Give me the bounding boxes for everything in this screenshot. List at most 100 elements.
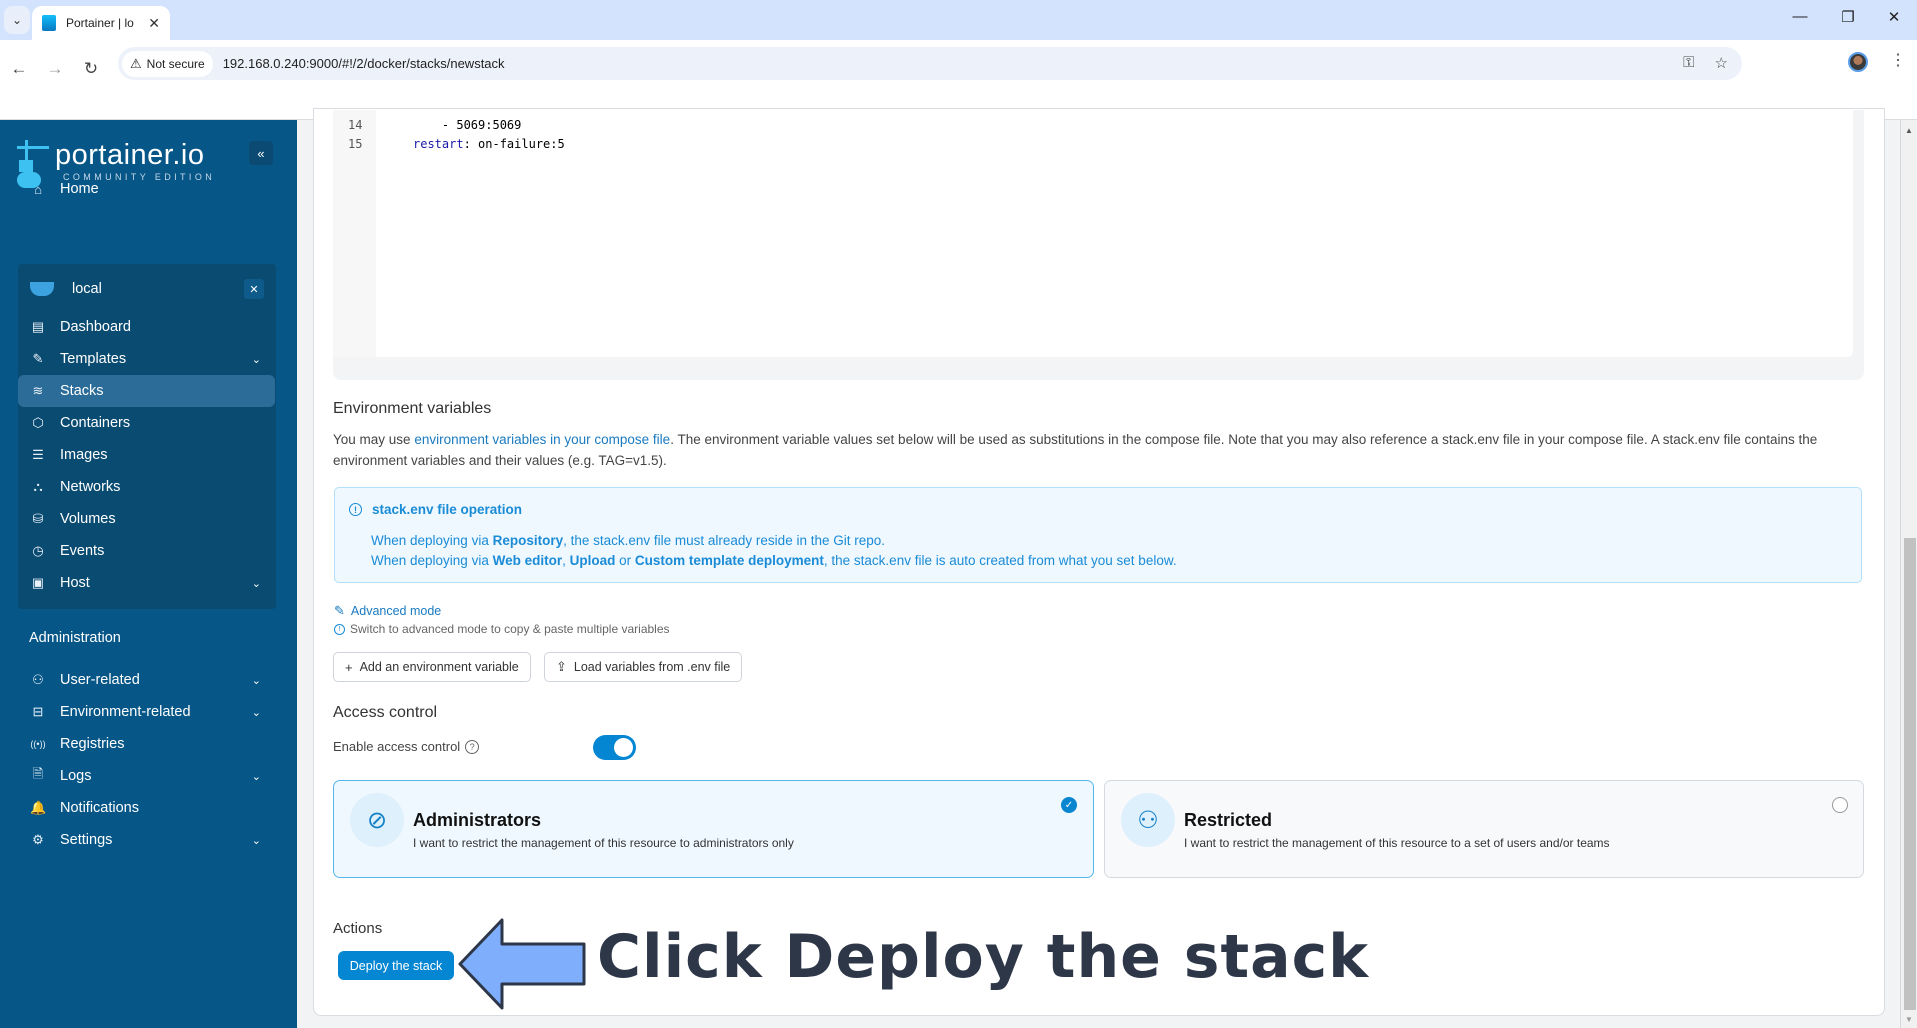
advanced-mode-link[interactable]: ✎ Advanced mode [334, 603, 441, 619]
chevron-down-icon[interactable]: ⌄ [252, 674, 261, 687]
intro-pre: You may use [333, 432, 415, 447]
sidebar-item-label: Containers [60, 415, 131, 431]
close-icon: ✕ [249, 283, 259, 296]
info-icon: ! [349, 503, 362, 516]
window-close-button[interactable]: ✕ [1874, 8, 1914, 26]
scroll-down-icon[interactable]: ▼ [1905, 1015, 1913, 1024]
access-option-administrators[interactable]: ⊘ Administrators I want to restrict the … [333, 780, 1094, 878]
restore-button[interactable]: ❐ [1828, 8, 1868, 26]
sidebar-item-home[interactable]: ⌂ Home [18, 173, 275, 205]
bookmark-star-icon[interactable]: ☆ [1715, 54, 1728, 72]
code-line[interactable]: - 5069:5069 [413, 118, 521, 132]
option-description: I want to restrict the management of thi… [1184, 836, 1610, 850]
scrollbar-thumb[interactable] [1904, 538, 1916, 1010]
security-indicator[interactable]: ⚠ Not secure [122, 50, 213, 77]
portainer-favicon-icon [42, 15, 56, 31]
profile-avatar[interactable] [1848, 52, 1868, 72]
tab-close-icon[interactable]: ✕ [148, 15, 160, 32]
access-control-title: Access control [333, 704, 438, 721]
environment-header: local ✕ [30, 274, 264, 304]
database-icon: ⛁ [32, 511, 44, 526]
layers-icon: ≋ [32, 383, 44, 398]
sidebar-item-volumes[interactable]: ⛁ Volumes [18, 503, 275, 535]
access-control-toggle[interactable] [593, 735, 636, 760]
forward-button[interactable]: → [40, 54, 70, 84]
toggle-knob [614, 738, 633, 757]
env-vars-description: You may use environment variables in you… [333, 429, 1833, 471]
sidebar-item-label: Events [60, 543, 105, 559]
sidebar-item-settings[interactable]: ⚙ Settings ⌄ [18, 824, 275, 856]
sidebar-item-containers[interactable]: ⬡ Containers [18, 407, 275, 439]
access-option-restricted[interactable]: ⚇ Restricted I want to restrict the mana… [1104, 780, 1864, 878]
sidebar-item-stacks[interactable]: ≋ Stacks [18, 375, 275, 407]
code-line[interactable]: restart: on-failure:5 [413, 137, 565, 151]
browser-tab[interactable]: Portainer | lo ✕ [32, 6, 170, 40]
sidebar-item-templates[interactable]: ✎ Templates ⌄ [18, 343, 275, 375]
radio-button[interactable] [1832, 797, 1848, 813]
list-icon: ☰ [32, 447, 44, 462]
sidebar-item-networks[interactable]: ⛬ Networks [18, 471, 275, 503]
users-icon: ⚇ [32, 672, 44, 687]
reload-button[interactable]: ↻ [76, 54, 106, 84]
sidebar-item-logs[interactable]: 🗎 Logs ⌄ [18, 760, 275, 792]
browser-menu-icon[interactable]: ⋮ [1890, 50, 1906, 70]
page-scrollbar[interactable]: ▲ ▼ [1900, 120, 1917, 1028]
back-button[interactable]: ← [4, 54, 34, 84]
browser-tabstrip: ⌄ Portainer | lo ✕ — ❐ ✕ [0, 0, 1917, 40]
address-bar[interactable]: ⚠ Not secure 192.168.0.240:9000/#!/2/doc… [118, 47, 1742, 80]
deploy-stack-button[interactable]: Deploy the stack [338, 951, 454, 980]
sidebar-item-user-related[interactable]: ⚇ User-related ⌄ [18, 664, 275, 696]
actions-title: Actions [333, 920, 383, 937]
check-circle-icon[interactable]: ✓ [1061, 797, 1077, 813]
sidebar-item-notifications[interactable]: 🔔 Notifications [18, 792, 275, 824]
double-chevron-left-icon: « [257, 145, 265, 161]
sidebar-item-label: Logs [60, 768, 92, 784]
sidebar-item-label: Templates [60, 351, 127, 367]
sidebar-item-label: Home [60, 181, 99, 197]
hint-text: Switch to advanced mode to copy & paste … [350, 622, 670, 636]
scroll-up-icon[interactable]: ▲ [1905, 126, 1913, 135]
close-environment-button[interactable]: ✕ [244, 279, 264, 299]
button-label: Add an environment variable [359, 660, 519, 674]
sidebar-item-registries[interactable]: ((•)) Registries [18, 728, 275, 760]
tab-title: Portainer | lo [66, 16, 134, 30]
upload-icon: ⇪ [556, 659, 567, 674]
code-value: : on-failure:5 [463, 137, 565, 151]
sidebar-item-environment-related[interactable]: ⊟ Environment-related ⌄ [18, 696, 275, 728]
sidebar-item-dashboard[interactable]: ▤ Dashboard [18, 311, 275, 343]
clock-icon: ◷ [32, 543, 44, 558]
bell-icon: 🔔 [30, 800, 47, 815]
chevron-down-icon[interactable]: ⌄ [252, 834, 261, 847]
minimize-button[interactable]: — [1780, 8, 1820, 25]
edit-icon: ✎ [32, 351, 44, 366]
sidebar-item-label: Notifications [60, 800, 139, 816]
env-vars-docs-link[interactable]: environment variables in your compose fi… [414, 432, 670, 447]
toggle-label-text: Enable access control [333, 739, 461, 754]
password-key-icon[interactable]: ⚿ [1683, 54, 1694, 72]
sidebar-item-host[interactable]: ▣ Host ⌄ [18, 567, 275, 599]
annotation-arrow-icon [458, 918, 586, 1010]
chevron-down-icon[interactable]: ⌄ [252, 770, 261, 783]
text-bold: Web editor [492, 553, 563, 568]
users-icon: ⚇ [1121, 793, 1175, 847]
hard-drive-icon: ⊟ [32, 704, 44, 719]
collapse-sidebar-button[interactable]: « [249, 141, 273, 165]
button-label: Load variables from .env file [573, 660, 731, 674]
tab-search-button[interactable]: ⌄ [4, 6, 30, 34]
help-icon[interactable]: ? [465, 739, 480, 754]
advanced-mode-hint: ! Switch to advanced mode to copy & past… [334, 622, 670, 636]
chevron-down-icon[interactable]: ⌄ [252, 706, 261, 719]
access-control-label: Enable access control ? [333, 739, 480, 754]
sidebar-item-images[interactable]: ☰ Images [18, 439, 275, 471]
text-bold: Upload [569, 553, 616, 568]
sidebar-item-events[interactable]: ◷ Events [18, 535, 275, 567]
load-env-file-button[interactable]: ⇪ Load variables from .env file [544, 652, 743, 682]
chevron-down-icon[interactable]: ⌄ [252, 577, 261, 590]
sidebar-item-label: Dashboard [60, 319, 131, 335]
chevron-down-icon[interactable]: ⌄ [252, 353, 261, 366]
text: , [562, 553, 570, 568]
info-line-web-editor: When deploying via Web editor, Upload or… [371, 553, 1177, 568]
url-text[interactable]: 192.168.0.240:9000/#!/2/docker/stacks/ne… [223, 56, 505, 71]
text: , the stack.env file must already reside… [563, 533, 885, 548]
add-env-variable-button[interactable]: + Add an environment variable [333, 652, 531, 682]
